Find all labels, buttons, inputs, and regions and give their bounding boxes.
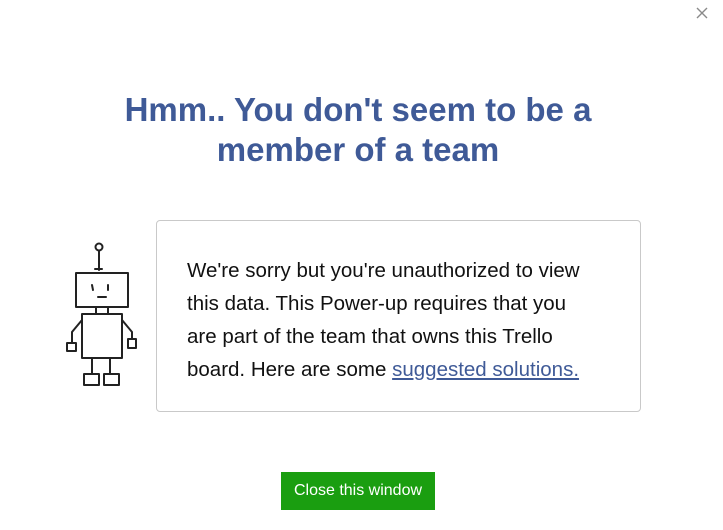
suggested-solutions-link[interactable]: suggested solutions. — [392, 358, 579, 381]
robot-icon — [62, 240, 140, 390]
message-line-2: this data. This Power-up requires that y… — [187, 292, 567, 315]
title-line-2: member of a team — [216, 131, 500, 168]
message-line-3: are part of the team that owns this Trel… — [187, 325, 553, 348]
close-window-button[interactable]: Close this window — [281, 472, 435, 510]
message-line-4: board. Here are some — [187, 358, 393, 381]
title-line-1: Hmm.. You don't seem to be a — [124, 91, 592, 128]
unauthorized-message: We're sorry but you're unauthorized to v… — [187, 254, 627, 386]
message-line-1: We're sorry but you're unauthorized to v… — [187, 259, 580, 282]
page-title: Hmm.. You don't seem to be a member of a… — [0, 90, 716, 170]
message-box: We're sorry but you're unauthorized to v… — [156, 220, 641, 412]
close-icon[interactable] — [695, 6, 709, 20]
